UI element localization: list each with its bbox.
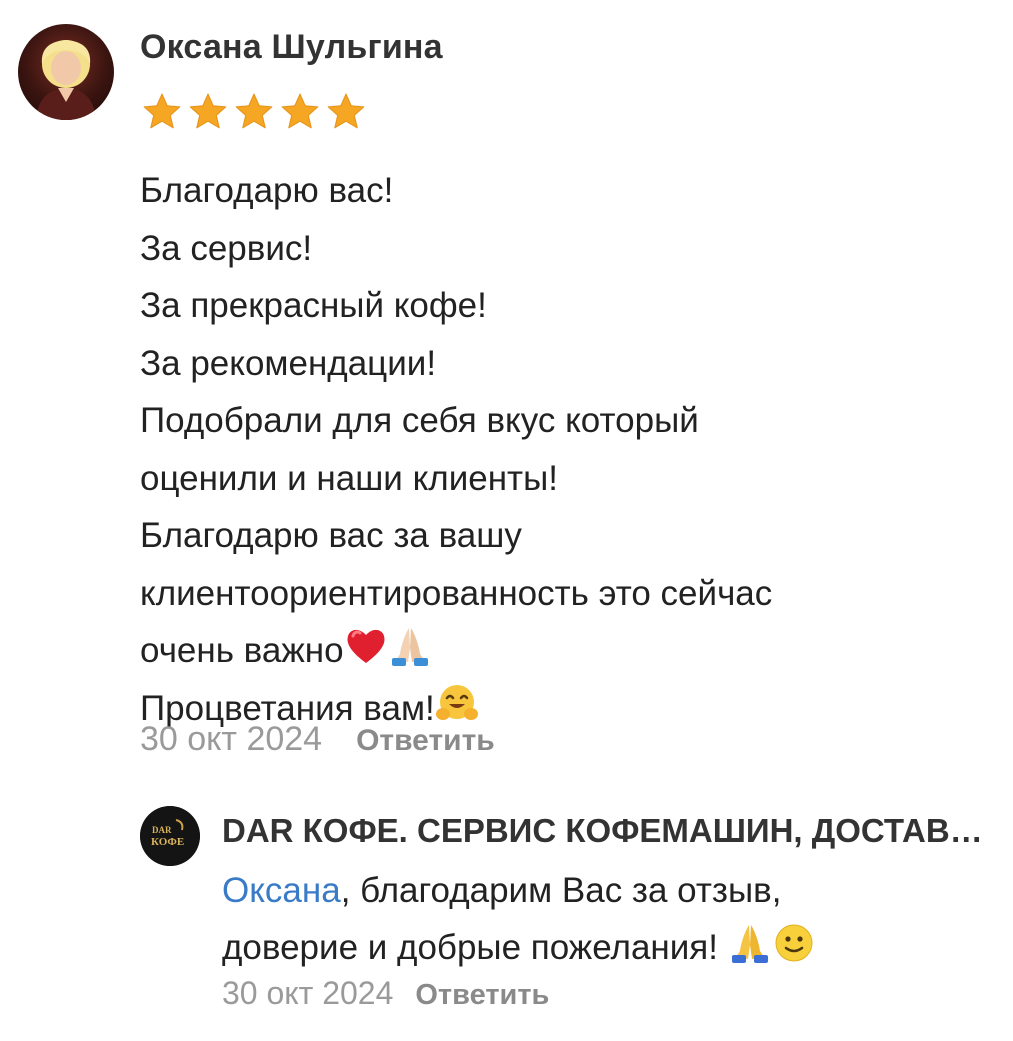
- star-icon: [143, 93, 181, 129]
- logo-text-top: DAR: [152, 825, 172, 835]
- star-icon: [281, 93, 319, 129]
- review-line-text: очень важно: [140, 631, 344, 670]
- reply-line: Оксана, благодарим Вас за отзыв,: [222, 862, 1002, 919]
- review-date: 30 окт 2024: [140, 720, 323, 758]
- review-line-with-emoji: очень важно: [140, 622, 1000, 680]
- review-line: оценили и наши клиенты!: [140, 458, 558, 498]
- business-reply-meta: 30 окт 2024 Ответить: [222, 975, 549, 1012]
- reply-line: доверие и добрые пожелания!: [222, 919, 1002, 976]
- review-line: За сервис!: [140, 228, 313, 268]
- praying-hands-icon: [731, 925, 768, 963]
- review-line: Благодарю вас!: [140, 171, 394, 210]
- business-name[interactable]: DAR КОФЕ. СЕРВИС КОФЕМАШИН, ДОСТАВКА КОФ…: [222, 812, 992, 850]
- review-line: клиентоориентированность это сейчас: [140, 573, 773, 613]
- hugging-face-icon: [435, 684, 478, 720]
- reply-button[interactable]: Ответить: [356, 724, 495, 758]
- coffee-logo-icon: DAR КОФЕ: [140, 806, 200, 866]
- mention-link[interactable]: Оксана: [222, 871, 341, 910]
- review-text: Благодарю вас! За сервис! За прекрасный …: [140, 162, 1000, 737]
- author-name[interactable]: Оксана Шульгина: [140, 28, 443, 67]
- red-heart-icon: [347, 629, 385, 663]
- star-icon: [327, 93, 365, 129]
- review-line: Благодарю вас за вашу: [140, 516, 522, 555]
- logo-text-bottom: КОФЕ: [151, 836, 184, 848]
- business-avatar[interactable]: DAR КОФЕ: [140, 806, 200, 866]
- star-icon: [235, 93, 273, 129]
- review-line: За прекрасный кофе!: [140, 286, 487, 325]
- reply-line-text: доверие и добрые пожелания!: [222, 928, 718, 967]
- review-line: За рекомендации!: [140, 343, 437, 383]
- reply-line-text: , благодарим Вас за отзыв,: [340, 871, 782, 910]
- review-line: Подобрали для себя вкус который: [140, 401, 699, 440]
- review-meta: 30 окт 2024 Ответить: [140, 720, 495, 759]
- slightly-smiling-face-icon: [775, 924, 813, 962]
- rating-stars: [140, 90, 368, 134]
- business-reply-date: 30 окт 2024: [222, 975, 394, 1011]
- star-icon: [189, 93, 227, 129]
- business-reply-text: Оксана, благодарим Вас за отзыв, доверие…: [222, 862, 1002, 976]
- author-avatar-image: [36, 40, 96, 120]
- praying-hands-icon: [391, 628, 428, 666]
- author-avatar[interactable]: [18, 24, 114, 120]
- business-reply-button[interactable]: Ответить: [415, 979, 549, 1012]
